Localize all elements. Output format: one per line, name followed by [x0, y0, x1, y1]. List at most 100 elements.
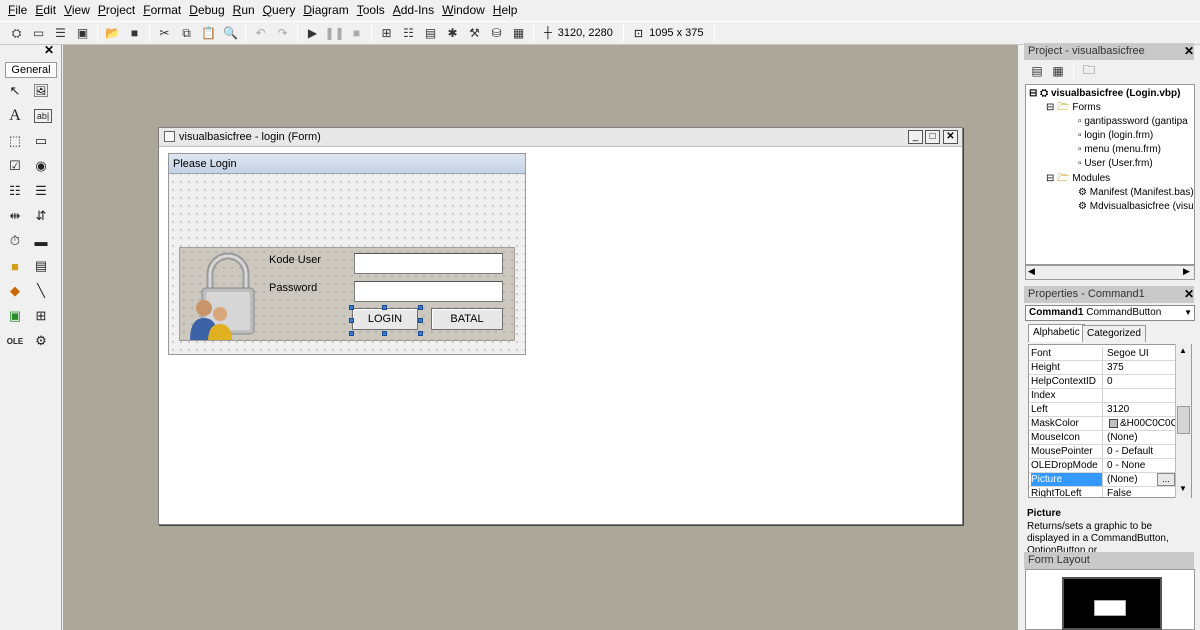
property-value[interactable]: 0 - None — [1107, 459, 1175, 472]
undo-icon[interactable]: ↶ — [250, 23, 271, 43]
property-row-maskcolor[interactable]: MaskColor&H00C0C0C0& — [1029, 417, 1175, 431]
menu-view[interactable]: View — [60, 0, 94, 20]
password-input[interactable] — [354, 281, 503, 302]
commandbutton-icon[interactable]: ▭ — [30, 130, 52, 152]
menu-diagram[interactable]: Diagram — [299, 0, 352, 20]
save-project-icon[interactable]: ■ — [124, 23, 145, 43]
property-row-mouseicon[interactable]: MouseIcon (None) — [1029, 431, 1175, 445]
tree-form-item[interactable]: ▫ login (login.frm) — [1078, 129, 1153, 142]
close-icon[interactable]: ✕ — [42, 44, 56, 57]
property-vertical-scrollbar[interactable]: ▲ ▼ — [1175, 344, 1191, 498]
property-row-helpcontextid[interactable]: HelpContextID 0 — [1029, 375, 1175, 389]
toolbox-tab-general[interactable]: General — [5, 62, 57, 78]
property-row-picture[interactable]: Picture (None)... — [1029, 473, 1175, 487]
custom-control-icon[interactable]: ⚙ — [30, 330, 52, 352]
tab-categorized[interactable]: Categorized — [1082, 325, 1146, 342]
ole-icon[interactable]: OLE — [4, 330, 26, 352]
scroll-down-icon[interactable]: ▼ — [1179, 484, 1187, 493]
object-selector[interactable]: Command1 CommandButton ▼ — [1025, 305, 1195, 321]
login-picture-panel[interactable]: Kode User Password LOGIN BATAL — [179, 247, 515, 341]
close-icon[interactable]: ✕ — [943, 130, 958, 144]
combobox-icon[interactable]: ☷ — [4, 180, 26, 202]
property-row-righttoleft[interactable]: RightToLeft False — [1029, 487, 1175, 497]
resize-handle[interactable] — [349, 331, 354, 336]
property-row-left[interactable]: Left 3120 — [1029, 403, 1175, 417]
resize-handle[interactable] — [418, 318, 423, 323]
save-icon[interactable]: ▣ — [72, 23, 93, 43]
optionbutton-icon[interactable]: ◉ — [30, 155, 52, 177]
property-value[interactable]: 0 - Default — [1107, 445, 1175, 458]
tree-forms-folder[interactable]: ⊟ 🗁 Forms — [1046, 101, 1101, 114]
login-button[interactable]: LOGIN — [352, 308, 418, 330]
property-value[interactable]: 3120 — [1107, 403, 1175, 416]
collapse-icon[interactable]: ⊟ — [1046, 102, 1054, 113]
label-icon[interactable]: A — [4, 105, 26, 127]
resize-handle[interactable] — [418, 305, 423, 310]
start-icon[interactable]: ▶ — [302, 23, 323, 43]
project-explorer-icon[interactable]: ⊞ — [376, 23, 397, 43]
drivelistbox-icon[interactable]: ▬ — [30, 230, 52, 252]
property-row-mousepointer[interactable]: MousePointer 0 - Default — [1029, 445, 1175, 459]
property-value[interactable]: 375 — [1107, 361, 1175, 374]
add-project-icon[interactable]: ⛭ — [6, 23, 27, 43]
form-window-titlebar[interactable]: visualbasicfree - login (Form) _ □ ✕ — [159, 128, 962, 147]
resize-handle[interactable] — [382, 305, 387, 310]
menu-add-ins[interactable]: Add-Ins — [389, 0, 438, 20]
menu-project[interactable]: Project — [94, 0, 139, 20]
scroll-thumb[interactable] — [1177, 406, 1190, 434]
break-icon[interactable]: ❚❚ — [324, 23, 345, 43]
menu-query[interactable]: Query — [259, 0, 300, 20]
paste-icon[interactable]: 📋 — [198, 23, 219, 43]
add-form-icon[interactable]: ▭ — [28, 23, 49, 43]
property-row-height[interactable]: Height 375 — [1029, 361, 1175, 375]
checkbox-icon[interactable]: ☑ — [4, 155, 26, 177]
tree-module-item[interactable]: ⚙ Manifest (Manifest.bas) — [1078, 186, 1194, 199]
project-horizontal-scrollbar[interactable]: ◀ ▶ — [1025, 265, 1195, 280]
menu-window[interactable]: Window — [438, 0, 489, 20]
dirlistbox-icon[interactable]: ■ — [4, 255, 26, 277]
resize-handle[interactable] — [418, 331, 423, 336]
scroll-up-icon[interactable]: ▲ — [1179, 346, 1187, 355]
toggle-folders-icon[interactable]: 🗀 — [1080, 63, 1098, 79]
property-value[interactable]: (None) — [1107, 431, 1175, 444]
chevron-down-icon[interactable]: ▼ — [1184, 306, 1192, 320]
timer-icon[interactable]: ⏱ — [4, 230, 26, 252]
resize-handle[interactable] — [382, 331, 387, 336]
resize-handle[interactable] — [349, 305, 354, 310]
tree-form-item[interactable]: ▫ User (User.frm) — [1078, 157, 1153, 170]
view-object-icon[interactable]: ▦ — [1049, 63, 1067, 79]
property-value[interactable]: Segoe UI — [1107, 347, 1175, 360]
toolbox-icon[interactable]: ⚒ — [464, 23, 485, 43]
scroll-right-icon[interactable]: ▶ — [1183, 266, 1190, 277]
menu-file[interactable]: File — [4, 0, 31, 20]
properties-window-icon[interactable]: ☷ — [398, 23, 419, 43]
shape-icon[interactable]: ◆ — [4, 280, 26, 302]
close-icon[interactable]: ✕ — [1182, 45, 1196, 58]
minimize-icon[interactable]: _ — [908, 130, 923, 144]
tree-root[interactable]: ⊟ ⛭ visualbasicfree (Login.vbp) — [1029, 87, 1180, 100]
end-icon[interactable]: ■ — [346, 23, 367, 43]
vscrollbar-icon[interactable]: ⇵ — [30, 205, 52, 227]
image-icon[interactable]: ▣ — [4, 305, 26, 327]
data-icon[interactable]: ⊞ — [30, 305, 52, 327]
cut-icon[interactable]: ✂ — [154, 23, 175, 43]
line-icon[interactable]: ╲ — [30, 280, 52, 302]
menu-edit[interactable]: Edit — [31, 0, 60, 20]
listbox-icon[interactable]: ☰ — [30, 180, 52, 202]
component-manager-icon[interactable]: ▦ — [508, 23, 529, 43]
tree-form-item[interactable]: ▫ menu (menu.frm) — [1078, 143, 1161, 156]
property-value[interactable]: 0 — [1107, 375, 1175, 388]
property-row-font[interactable]: Font Segoe UI — [1029, 347, 1175, 361]
picturebox-icon[interactable]: 🖼 — [30, 80, 52, 102]
property-row-index[interactable]: Index — [1029, 389, 1175, 403]
login-form-canvas[interactable]: Please Login Kode User Password LOGIN BA… — [168, 153, 526, 355]
collapse-icon[interactable]: ⊟ — [1046, 173, 1054, 184]
tree-modules-folder[interactable]: ⊟ 🗁 Modules — [1046, 172, 1110, 185]
menu-run[interactable]: Run — [229, 0, 259, 20]
batal-button[interactable]: BATAL — [431, 308, 503, 330]
view-code-icon[interactable]: ▤ — [1028, 63, 1046, 79]
tree-form-item[interactable]: ▫ gantipassword (gantipa — [1078, 115, 1188, 128]
redo-icon[interactable]: ↷ — [272, 23, 293, 43]
tree-module-item[interactable]: ⚙ Mdvisualbasicfree (visu — [1078, 200, 1194, 213]
hscrollbar-icon[interactable]: ⇹ — [4, 205, 26, 227]
